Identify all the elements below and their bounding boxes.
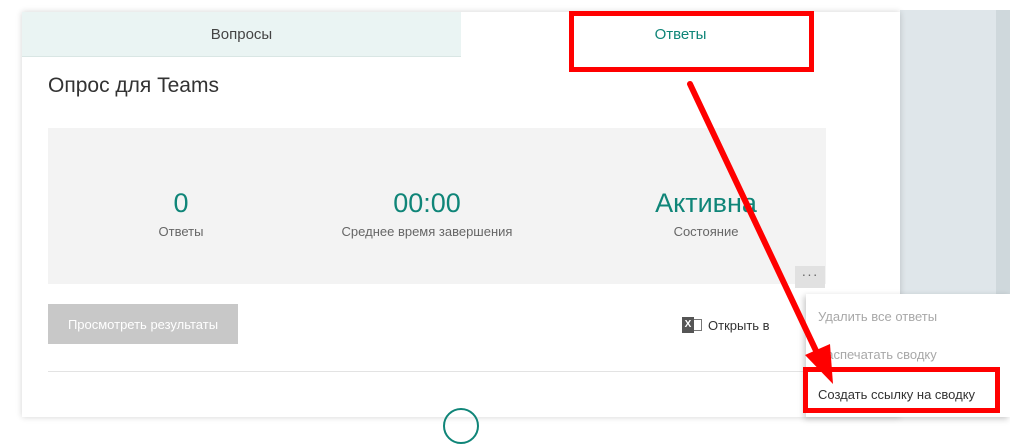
chart-circle-icon [443, 408, 479, 444]
tab-answers[interactable]: Ответы [461, 12, 900, 56]
menu-item-print-summary[interactable]: Распечатать сводку [818, 347, 937, 362]
status-value: Активна [655, 188, 757, 218]
menu-item-create-summary-link[interactable]: Создать ссылку на сводку [818, 387, 975, 402]
tab-answers-label: Ответы [654, 25, 707, 43]
tab-questions-label: Вопросы [210, 25, 273, 43]
stat-average-time: 00:00 Среднее время завершения [307, 188, 547, 239]
stat-responses: 0 Ответы [61, 188, 301, 239]
more-icon: ··· [801, 266, 819, 282]
menu-item-delete-all-responses[interactable]: Удалить все ответы [818, 309, 937, 324]
stats-panel: 0 Ответы 00:00 Среднее время завершения … [48, 128, 826, 284]
more-options-button[interactable]: ··· [795, 266, 825, 288]
open-in-excel-label: Открыть в [708, 317, 770, 333]
excel-icon: X [682, 317, 702, 333]
open-in-excel-link[interactable]: X Открыть в [682, 317, 770, 333]
view-results-button[interactable]: Просмотреть результаты [48, 304, 238, 344]
status-label: Состояние [673, 224, 739, 239]
responses-count: 0 [173, 188, 189, 218]
responses-label: Ответы [158, 224, 204, 239]
stat-status: Активна Состояние [586, 188, 826, 239]
tab-questions[interactable]: Вопросы [22, 12, 461, 57]
average-time-label: Среднее время завершения [341, 224, 513, 239]
average-time-value: 00:00 [393, 188, 461, 218]
form-title: Опрос для Teams [48, 74, 219, 97]
divider [48, 371, 826, 372]
more-options-menu: Удалить все ответы Распечатать сводку Со… [806, 294, 1010, 417]
